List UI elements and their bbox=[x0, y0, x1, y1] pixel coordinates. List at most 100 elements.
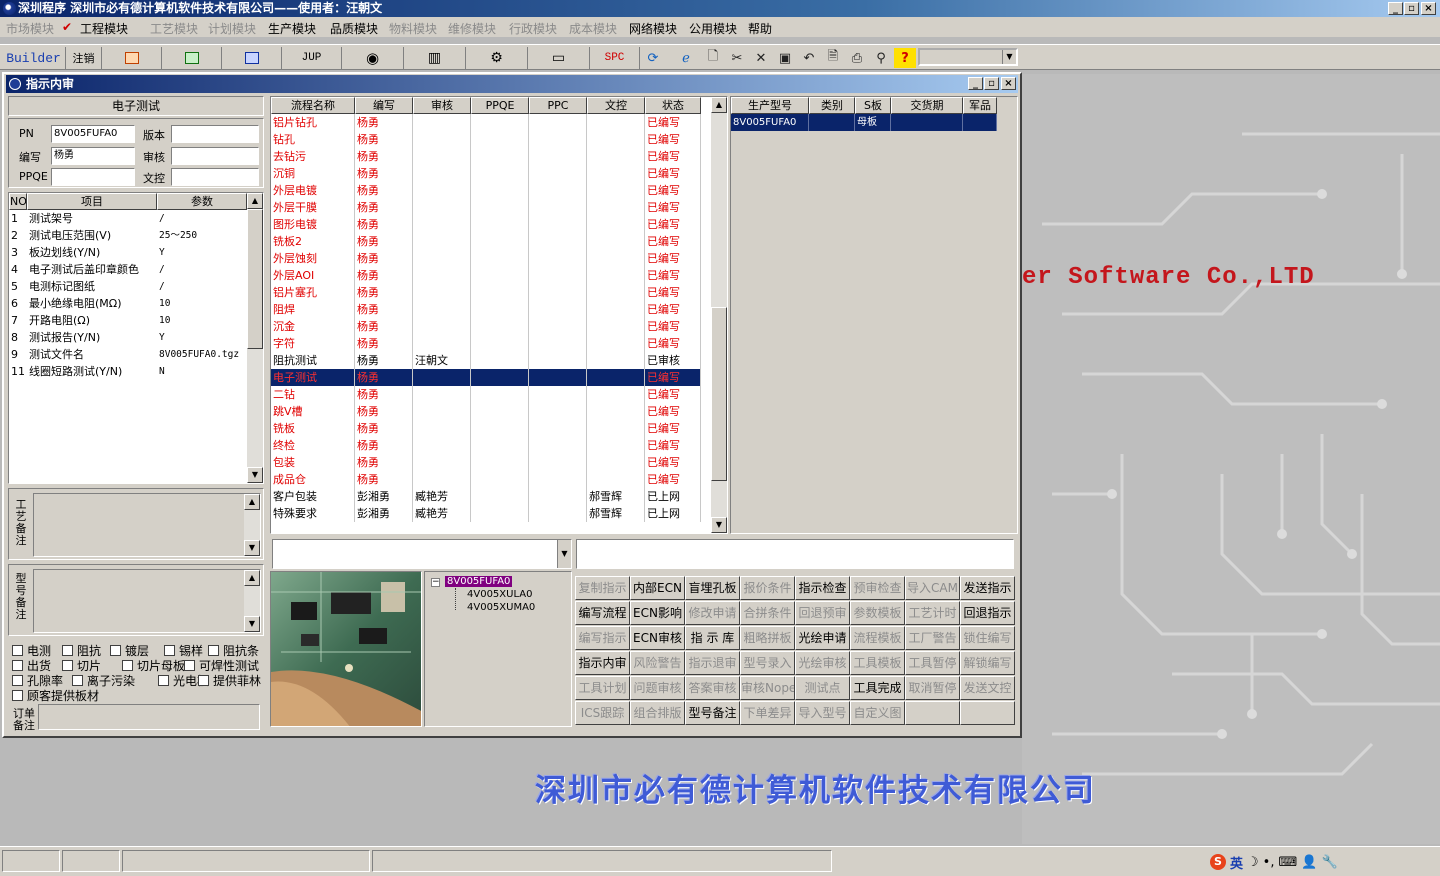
action-button[interactable]: 流程模板 bbox=[850, 626, 905, 650]
action-button[interactable]: ICS跟踪 bbox=[575, 701, 630, 725]
author-field[interactable]: 杨勇 bbox=[51, 147, 135, 165]
process-row[interactable]: 阻焊 杨勇 已编写 bbox=[271, 301, 701, 318]
param-row[interactable]: 4 电子测试后盖印章颜色 / bbox=[9, 261, 247, 278]
action-button[interactable]: ECN审核 bbox=[630, 626, 685, 650]
checkbox-box[interactable] bbox=[110, 645, 121, 656]
process-scrollbar[interactable]: ▲ ▼ bbox=[711, 97, 727, 533]
action-button[interactable]: 导入CAM bbox=[905, 576, 960, 600]
menu-item[interactable]: 维修模块 bbox=[448, 20, 496, 37]
menu-item[interactable]: 生产模块 bbox=[268, 20, 316, 37]
param-row[interactable]: 2 测试电压范围(V) 25～250 bbox=[9, 227, 247, 244]
ime-language[interactable]: 英 bbox=[1230, 853, 1243, 872]
doc-field[interactable] bbox=[171, 168, 259, 186]
toolbar-combo[interactable]: ▼ bbox=[918, 48, 1018, 66]
action-button[interactable]: 指示检查 bbox=[795, 576, 850, 600]
action-button[interactable]: 取消暂停 bbox=[905, 676, 960, 700]
param-row[interactable]: 3 板边划线(Y/N) Y bbox=[9, 244, 247, 261]
checkbox-box[interactable] bbox=[164, 645, 175, 656]
network-button[interactable]: ⚙ bbox=[466, 47, 528, 69]
production-header[interactable]: 类别 bbox=[809, 97, 855, 114]
param-row[interactable]: 7 开路电阻(Ω) 10 bbox=[9, 312, 247, 329]
action-button[interactable]: 组合排版 bbox=[630, 701, 685, 725]
process-row[interactable]: 去钻污 杨勇 已编写 bbox=[271, 148, 701, 165]
checkbox-box[interactable] bbox=[12, 645, 23, 656]
action-button[interactable]: 发送指示 bbox=[960, 576, 1015, 600]
action-button[interactable]: 下单差异 bbox=[740, 701, 795, 725]
action-button[interactable]: 锁住编写 bbox=[960, 626, 1015, 650]
tree-child-node[interactable]: 4V005XULA0 bbox=[467, 589, 532, 600]
action-button[interactable]: 指示内审 bbox=[575, 651, 630, 675]
process-row[interactable]: 终检 杨勇 已编写 bbox=[271, 437, 701, 454]
action-button[interactable]: 问题审核 bbox=[630, 676, 685, 700]
process-row[interactable]: 图形电镀 杨勇 已编写 bbox=[271, 216, 701, 233]
save-icon[interactable]: ▣ bbox=[774, 48, 796, 68]
action-button[interactable]: 工具模板 bbox=[850, 651, 905, 675]
action-button[interactable]: 指示退审 bbox=[685, 651, 740, 675]
delete-icon[interactable]: ✕ bbox=[750, 48, 772, 68]
menu-item[interactable]: 帮助 bbox=[748, 20, 772, 37]
model-note-field[interactable]: ▲ ▼ bbox=[33, 569, 261, 633]
action-button[interactable]: 盲埋孔板 bbox=[685, 576, 740, 600]
ie-icon[interactable]: ℯ bbox=[675, 48, 697, 68]
action-button[interactable]: 工具暂停 bbox=[905, 651, 960, 675]
scroll-up-icon[interactable]: ▲ bbox=[244, 570, 260, 586]
process-row[interactable]: 电子测试 杨勇 已编写 bbox=[271, 369, 701, 386]
menu-item[interactable]: 物料模块 bbox=[389, 20, 437, 37]
action-button[interactable]: ECN影响 bbox=[630, 601, 685, 625]
action-button[interactable]: 指 示 库 bbox=[685, 626, 740, 650]
window-close-button[interactable]: × bbox=[1001, 77, 1016, 90]
production-header[interactable]: S板 bbox=[855, 97, 891, 114]
param-row[interactable]: 8 测试报告(Y/N) Y bbox=[9, 329, 247, 346]
option-checkbox[interactable]: 提供菲林 bbox=[198, 672, 261, 689]
action-button[interactable]: 编写指示 bbox=[575, 626, 630, 650]
cut-icon[interactable]: ✂ bbox=[726, 48, 748, 68]
menu-item[interactable]: 市场模块 bbox=[6, 20, 54, 37]
view-button[interactable]: ◉ bbox=[342, 47, 404, 69]
process-row[interactable]: 铝片塞孔 杨勇 已编写 bbox=[271, 284, 701, 301]
window-minimize-button[interactable]: _ bbox=[968, 77, 983, 90]
process-note-field[interactable]: ▲ ▼ bbox=[33, 493, 261, 557]
action-button[interactable]: 预审检查 bbox=[850, 576, 905, 600]
chevron-down-icon[interactable]: ▼ bbox=[1002, 50, 1016, 64]
menu-item[interactable]: 计划模块 bbox=[208, 20, 256, 37]
process-row[interactable]: 外层AOI 杨勇 已编写 bbox=[271, 267, 701, 284]
moon-icon[interactable]: ☽ bbox=[1247, 855, 1259, 870]
ppqe-field[interactable] bbox=[51, 168, 135, 186]
checkbox-box[interactable] bbox=[198, 675, 209, 686]
param-row[interactable]: 11 线圈短路测试(Y/N) N bbox=[9, 363, 247, 380]
process-row[interactable]: 特殊要求 彭湘勇 臧艳芳 郝雪辉 已上网 bbox=[271, 505, 701, 522]
word-button[interactable] bbox=[222, 47, 282, 69]
ppt-button[interactable] bbox=[102, 47, 162, 69]
process-row[interactable]: 外层电镀 杨勇 已编写 bbox=[271, 182, 701, 199]
new-icon[interactable]: 🗋 bbox=[702, 48, 724, 68]
action-button[interactable]: 解锁编写 bbox=[960, 651, 1015, 675]
refresh-icon[interactable]: ⟳ bbox=[642, 48, 664, 68]
scroll-down-icon[interactable]: ▼ bbox=[244, 540, 260, 556]
action-button[interactable]: 审核Nope bbox=[740, 676, 795, 700]
checkbox-box[interactable] bbox=[12, 660, 23, 671]
process-row[interactable]: 铣板 杨勇 已编写 bbox=[271, 420, 701, 437]
action-button[interactable]: 型号录入 bbox=[740, 651, 795, 675]
chevron-down-icon[interactable]: ▼ bbox=[557, 540, 571, 568]
remark-text-field[interactable] bbox=[576, 539, 1014, 569]
process-header[interactable]: 文控 bbox=[587, 97, 645, 114]
action-button[interactable]: 工具完成 bbox=[850, 676, 905, 700]
param-row[interactable]: 9 测试文件名 8V005FUFA0.tgz bbox=[9, 346, 247, 363]
pn-field[interactable]: 8V005FUFA0 bbox=[51, 125, 135, 143]
action-button[interactable]: 编写流程 bbox=[575, 601, 630, 625]
param-row[interactable]: 6 最小绝缘电阻(MΩ) 10 bbox=[9, 295, 247, 312]
checkbox-box[interactable] bbox=[208, 645, 219, 656]
checkbox-box[interactable] bbox=[184, 660, 195, 671]
menu-item[interactable]: 成本模块 bbox=[569, 20, 617, 37]
checkbox-box[interactable] bbox=[62, 645, 73, 656]
action-button[interactable]: 合拼条件 bbox=[740, 601, 795, 625]
action-button[interactable]: 光绘审核 bbox=[795, 651, 850, 675]
scroll-down-icon[interactable]: ▼ bbox=[247, 467, 263, 483]
window-maximize-button[interactable]: ▫ bbox=[984, 77, 999, 90]
process-row[interactable]: 外层蚀刻 杨勇 已编写 bbox=[271, 250, 701, 267]
action-button[interactable]: 修改申请 bbox=[685, 601, 740, 625]
user-icon[interactable]: 👤 bbox=[1301, 855, 1317, 870]
punctuation-icon[interactable]: •, bbox=[1263, 855, 1275, 870]
computer-button[interactable]: ▭ bbox=[528, 47, 590, 69]
scroll-down-icon[interactable]: ▼ bbox=[244, 616, 260, 632]
